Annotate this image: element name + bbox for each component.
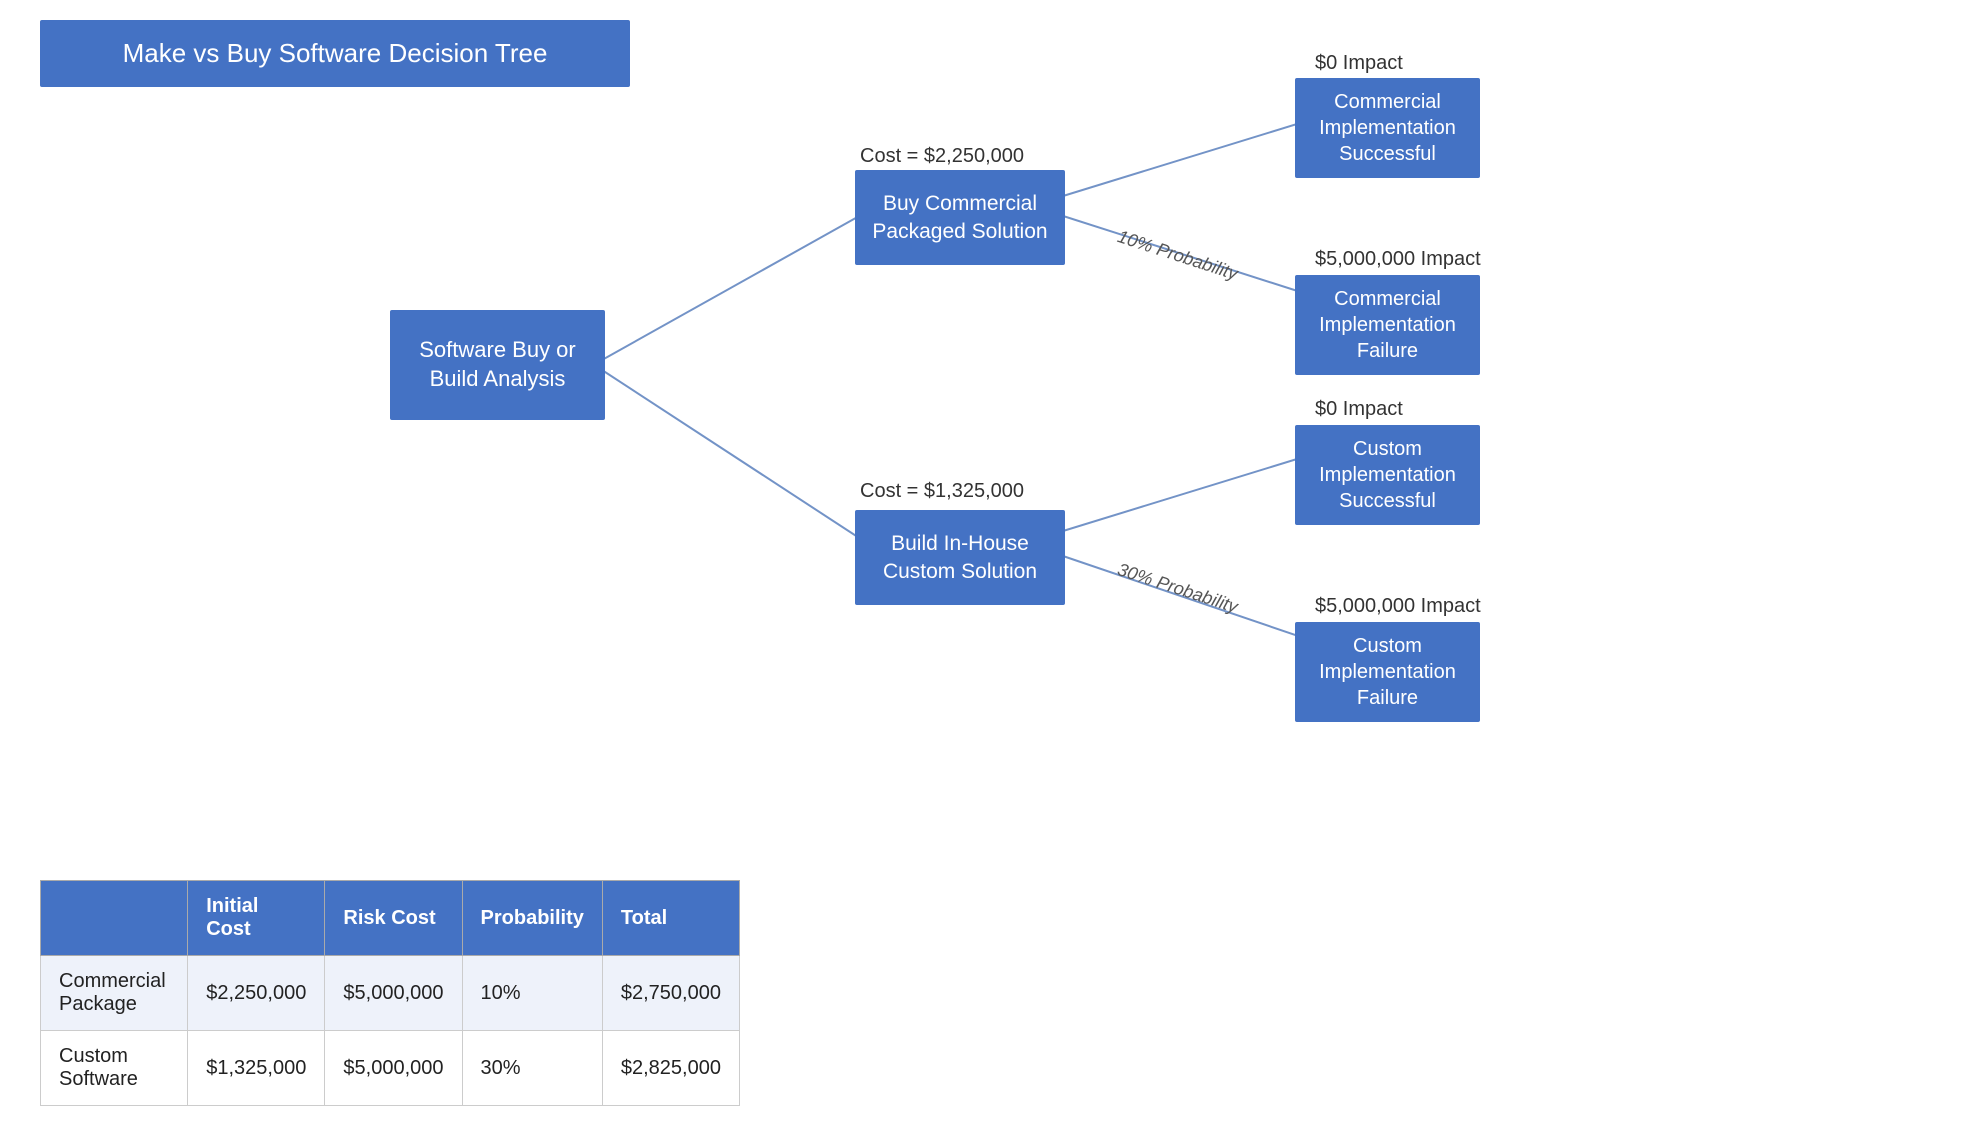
col-header-total: Total [602, 881, 739, 956]
summary-table: Initial Cost Risk Cost Probability Total… [40, 880, 740, 1106]
row1-probability: 10% [462, 956, 602, 1031]
buy-prob-label: 10% Probability [1115, 226, 1240, 285]
col-header-name [41, 881, 188, 956]
comm-success-impact: $0 Impact [1315, 52, 1403, 75]
comm-failure-impact: $5,000,000 Impact [1315, 248, 1481, 271]
row2-risk-cost: $5,000,000 [325, 1031, 462, 1106]
comm-success-node: CommercialImplementationSuccessful [1295, 78, 1480, 178]
page-title: Make vs Buy Software Decision Tree [40, 20, 630, 87]
custom-success-node: CustomImplementationSuccessful [1295, 425, 1480, 525]
build-node: Build In-HouseCustom Solution [855, 510, 1065, 605]
row2-probability: 30% [462, 1031, 602, 1106]
comm-failure-node: CommercialImplementationFailure [1295, 275, 1480, 375]
row2-total: $2,825,000 [602, 1031, 739, 1106]
build-cost-label: Cost = $1,325,000 [860, 480, 1024, 503]
row1-initial-cost: $2,250,000 [188, 956, 325, 1031]
build-prob-label: 30% Probability [1115, 559, 1240, 618]
custom-failure-node: CustomImplementationFailure [1295, 622, 1480, 722]
custom-failure-impact: $5,000,000 Impact [1315, 595, 1481, 618]
table-row: Commercial Package $2,250,000 $5,000,000… [41, 956, 740, 1031]
col-header-risk-cost: Risk Cost [325, 881, 462, 956]
row1-total: $2,750,000 [602, 956, 739, 1031]
table-row: Custom Software $1,325,000 $5,000,000 30… [41, 1031, 740, 1106]
row1-name: Commercial Package [41, 956, 188, 1031]
row2-initial-cost: $1,325,000 [188, 1031, 325, 1106]
col-header-initial-cost: Initial Cost [188, 881, 325, 956]
buy-cost-label: Cost = $2,250,000 [860, 145, 1024, 168]
custom-success-impact: $0 Impact [1315, 398, 1403, 421]
col-header-probability: Probability [462, 881, 602, 956]
row2-name: Custom Software [41, 1031, 188, 1106]
root-node: Software Buy orBuild Analysis [390, 310, 605, 420]
buy-node: Buy CommercialPackaged Solution [855, 170, 1065, 265]
row1-risk-cost: $5,000,000 [325, 956, 462, 1031]
